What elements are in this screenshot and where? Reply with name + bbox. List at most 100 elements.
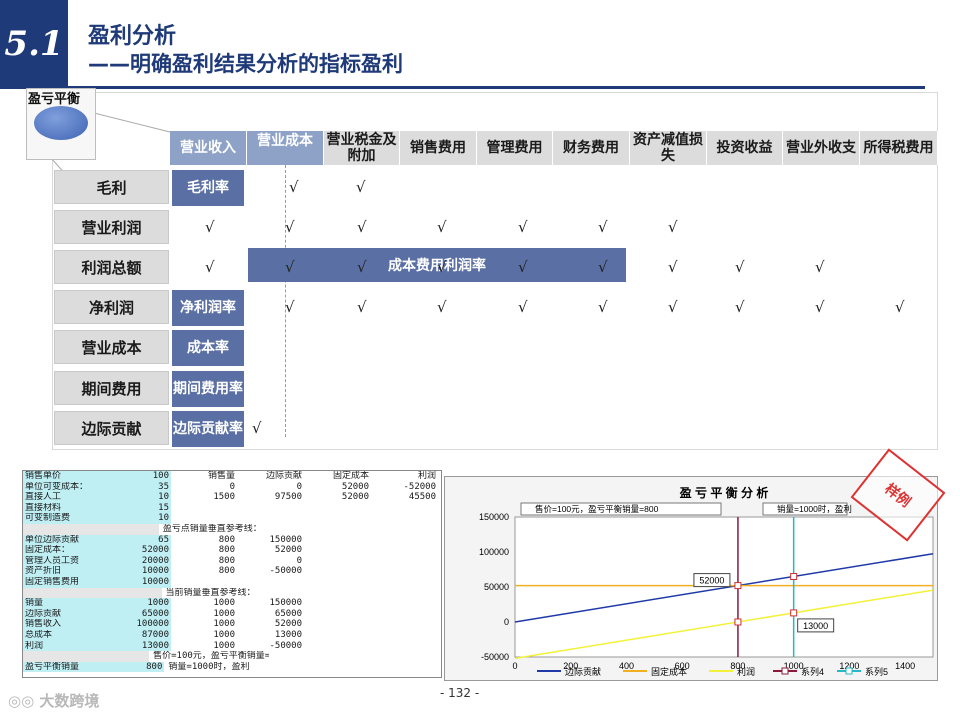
sheet-cell: 10 xyxy=(111,492,171,503)
sheet-cell: 1000 xyxy=(111,598,171,609)
sheet-cell xyxy=(305,513,372,524)
sheet-cell xyxy=(305,503,372,514)
sheet-cell: 52000 xyxy=(111,545,171,556)
check-mark: √ xyxy=(285,218,295,236)
y-tick-label: -50000 xyxy=(481,652,509,662)
sheet-cell xyxy=(305,609,372,620)
chart-note: 售价=100元，盈亏平衡销量=800 xyxy=(535,504,659,514)
legend-label: 系列4 xyxy=(801,666,824,677)
sheet-cell xyxy=(305,598,372,609)
sheet-cell: 87000 xyxy=(111,629,171,641)
sheet-cell: 销售收入 xyxy=(23,619,111,630)
sheet-row: 单位可变成本： 35 0 0 52000 -52000 xyxy=(23,481,441,493)
sheet-cell xyxy=(372,535,439,546)
check-mark: √ xyxy=(518,218,528,236)
sheet-cell xyxy=(305,619,372,630)
sheet-cell: 10000 xyxy=(111,576,171,588)
col-header-9: 所得税费用 xyxy=(860,131,938,165)
col-header-7: 投资收益 xyxy=(707,131,783,165)
check-mark: √ xyxy=(815,298,825,316)
legend-label: 利润 xyxy=(737,666,755,677)
sheet-row: 盈亏平衡销量 800 销量=1000时，盈利 xyxy=(23,661,441,673)
row-label-1: 营业利润 xyxy=(54,210,169,244)
annotation-label: 52000 xyxy=(699,576,724,586)
sheet-cell xyxy=(372,598,439,609)
y-tick-label: 150000 xyxy=(479,512,509,522)
sheet-cell: 1500 xyxy=(213,492,235,503)
sheet-cell xyxy=(305,641,372,652)
sheet-cell: 100 xyxy=(111,471,171,482)
sheet-cell xyxy=(326,651,383,662)
check-mark: √ xyxy=(289,178,299,196)
disc-icon xyxy=(34,106,88,140)
row-label-2: 利润总额 xyxy=(54,250,169,284)
sheet-cell: 销售单价 xyxy=(23,471,111,482)
sheet-cell: 可变制造费 xyxy=(23,513,111,524)
row-label-3: 净利润 xyxy=(54,290,169,324)
data-point-marker xyxy=(734,582,742,590)
sheet-row: 总成本 87000 1000 13000 xyxy=(23,629,441,641)
sheet-row: 直接人工 10 1500 97500 52000 45500 xyxy=(23,492,441,503)
ratio-period: 期间费用率 xyxy=(172,371,244,407)
ratio-cost: 成本率 xyxy=(172,330,244,366)
sheet-cell: 1000 xyxy=(213,608,235,619)
sheet-cell: 单位可变成本： xyxy=(23,481,111,493)
sheet-cell xyxy=(238,503,305,514)
sheet-cell: 65000 xyxy=(111,608,171,620)
sheet-row: 单位边际贡献 65 800 150000 xyxy=(23,534,441,546)
page-title: 盈利分析 xyxy=(88,24,177,49)
sheet-cell xyxy=(305,535,372,546)
sheet-cell xyxy=(249,662,313,673)
y-tick-label: 0 xyxy=(504,617,509,627)
col-header-1: 营业成本 xyxy=(247,131,324,165)
sheet-row: 当前销量垂直参考线： xyxy=(23,587,441,599)
sheet-cell xyxy=(372,513,439,524)
legend-label: 系列5 xyxy=(865,666,888,677)
sheet-cell: 800 xyxy=(107,661,165,673)
y-tick-label: 100000 xyxy=(479,547,509,557)
sheet-row: 盈亏点销量垂直参考线： xyxy=(23,523,441,535)
sheet-row: 资产折旧 10000 800 -50000 xyxy=(23,566,441,577)
sheet-cell: -52000 xyxy=(403,481,436,492)
check-mark: √ xyxy=(598,218,608,236)
sheet-cell xyxy=(269,651,326,662)
sheet-cell: 800 xyxy=(218,566,235,577)
sheet-cell: 边际贡献 xyxy=(265,471,302,481)
row-label-6: 边际贡献 xyxy=(54,411,169,445)
sheet-cell: 13000 xyxy=(111,640,171,652)
check-mark: √ xyxy=(668,298,678,316)
ratio-gross: 毛利率 xyxy=(172,170,244,206)
row-label-0: 毛利 xyxy=(54,170,169,204)
sheet-cell xyxy=(372,566,439,577)
data-point-marker xyxy=(790,609,798,617)
sheet-cell: 固定成本 xyxy=(332,471,369,481)
sheet-cell: 0 xyxy=(229,481,235,492)
sheet-cell xyxy=(372,503,439,514)
sheet-cell: 0 xyxy=(296,481,302,492)
sheet-cell: 单位边际贡献 xyxy=(23,534,111,546)
sheet-cell: 边际贡献 xyxy=(23,608,111,620)
check-mark: √ xyxy=(356,178,366,196)
header-rule xyxy=(0,86,925,89)
legend-marker xyxy=(781,667,789,675)
sheet-cell: 800 xyxy=(218,534,235,545)
watermark-logo-icon: ◎◎ xyxy=(8,692,40,710)
sheet-cell xyxy=(103,523,159,535)
check-mark: √ xyxy=(437,298,447,316)
col-header-5: 财务费用 xyxy=(553,131,630,165)
check-mark: √ xyxy=(437,218,447,236)
sheet-cell: 800 xyxy=(218,545,235,556)
sheet-cell: 利润 xyxy=(23,640,111,652)
sheet-cell: 13000 xyxy=(274,629,302,640)
sheet-cell: 52000 xyxy=(341,481,369,492)
sheet-cell: 65 xyxy=(111,534,171,546)
check-mark: √ xyxy=(895,298,905,316)
legend-label: 固定成本 xyxy=(651,666,687,677)
sheet-cell: 利润 xyxy=(417,471,436,481)
sheet-cell: 盈亏点销量垂直参考线： xyxy=(162,523,257,534)
check-mark: √ xyxy=(815,258,825,276)
sheet-row: 销售单价 100 销售量 边际贡献 固定成本 利润 xyxy=(23,471,441,482)
check-mark: √ xyxy=(518,258,528,276)
annotation-label: 13000 xyxy=(803,621,828,631)
sheet-cell xyxy=(372,577,439,588)
